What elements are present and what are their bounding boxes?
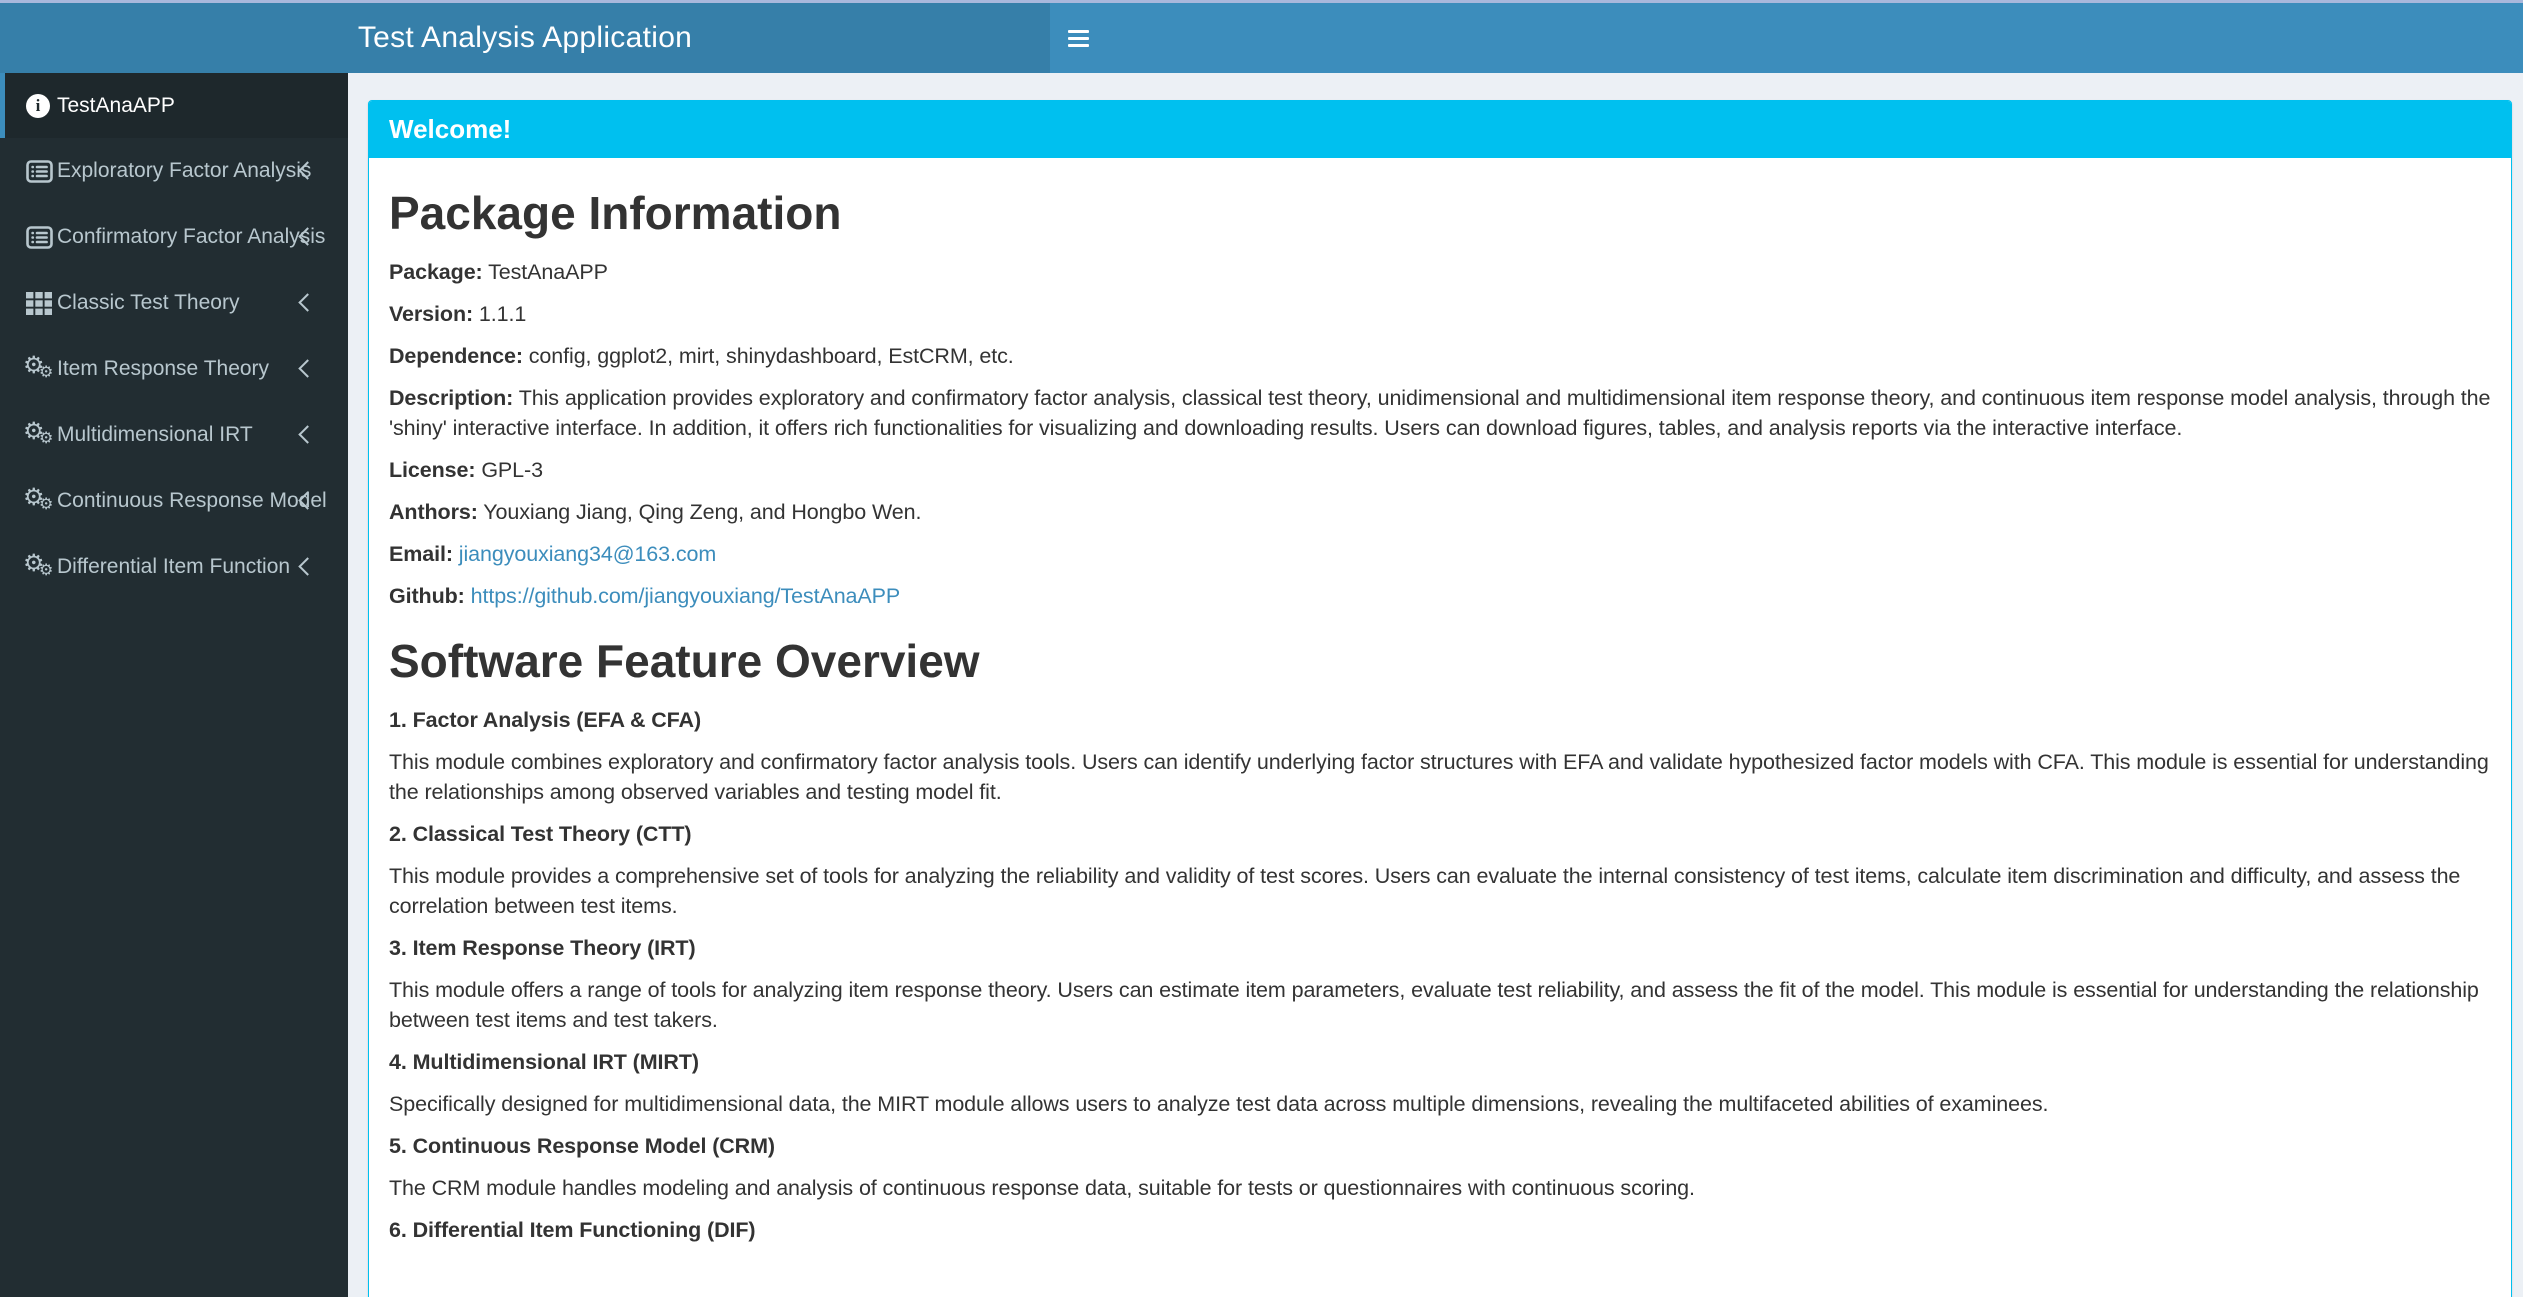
package-field: Package: TestAnaAPP [389,260,608,284]
feature-body-classical-test-theory: This module provides a comprehensive set… [389,864,2461,918]
feature-title-multidimensional-irt: 4. Multidimensional IRT (MIRT) [389,1050,699,1074]
gears-icon: ⚙ ⚙ [23,483,54,513]
sidebar: i TestAnaAPP Exploratory Factor Analysis [0,73,348,1297]
version-field: Version: 1.1.1 [389,302,527,326]
github-field: Github: https://github.com/jiangyouxiang… [389,584,901,608]
sidebar-item-label: Confirmatory Factor Analysis [57,225,326,248]
authors-field: Anthors: Youxiang Jiang, Qing Zeng, and … [389,500,922,524]
feature-title-differential-item-functioning: 6. Differential Item Functioning (DIF) [389,1218,756,1242]
top-edge-line [0,0,2523,3]
sidebar-item-classic-test-theory[interactable]: Classic Test Theory [0,270,348,336]
email-field: Email: jiangyouxiang34@163.com [389,542,717,566]
gears-icon: ⚙ ⚙ [23,351,54,381]
main-header: Test Analysis Application [0,3,2523,73]
email-link[interactable]: jiangyouxiang34@163.com [459,542,716,566]
sidebar-menu: i TestAnaAPP Exploratory Factor Analysis [0,73,348,600]
sidebar-item-continuous-response-model[interactable]: ⚙ ⚙ Continuous Response Model [0,468,348,534]
hamburger-icon [1068,29,1089,33]
package-information-heading: Package Information [389,187,842,239]
app-title: Test Analysis Application [357,21,693,54]
welcome-box-header: Welcome! [369,101,2511,158]
sidebar-item-item-response-theory[interactable]: ⚙ ⚙ Item Response Theory [0,336,348,402]
sidebar-item-label: TestAnaAPP [57,93,175,117]
app-logo: Test Analysis Application [0,3,1050,73]
welcome-title: Welcome! [389,114,512,144]
sidebar-item-label: Multidimensional IRT [57,423,253,446]
chevron-left-icon [298,359,317,378]
sidebar-item-label: Exploratory Factor Analysis [57,159,312,182]
feature-body-multidimensional-irt: Specifically designed for multidimension… [389,1092,2049,1116]
list-alt-icon [26,225,57,249]
chevron-left-icon [298,293,317,312]
dependence-field: Dependence: config, ggplot2, mirt, shiny… [389,344,1014,368]
welcome-box: Welcome! Package Information Package: Te… [368,100,2512,1297]
license-field: License: GPL-3 [389,458,543,482]
feature-title-classical-test-theory: 2. Classical Test Theory (CTT) [389,822,692,846]
sidebar-item-testanaapp[interactable]: i TestAnaAPP [0,73,348,138]
feature-title-continuous-response-model: 5. Continuous Response Model (CRM) [389,1134,775,1158]
github-link[interactable]: https://github.com/jiangyouxiang/TestAna… [471,584,901,608]
feature-body-factor-analysis: This module combines exploratory and con… [389,750,2489,804]
top-navbar [1050,3,2523,73]
chevron-left-icon [298,425,317,444]
sidebar-item-multidimensional-irt[interactable]: ⚙ ⚙ Multidimensional IRT [0,402,348,468]
welcome-box-body: Package Information Package: TestAnaAPP … [369,158,2511,1287]
sidebar-item-differential-item-function[interactable]: ⚙ ⚙ Differential Item Function [0,534,348,600]
gears-icon: ⚙ ⚙ [23,549,54,579]
sidebar-item-label: Differential Item Function [57,555,291,578]
feature-body-continuous-response-model: The CRM module handles modeling and anal… [389,1176,1695,1200]
chevron-left-icon [298,557,317,576]
feature-title-factor-analysis: 1. Factor Analysis (EFA & CFA) [389,708,702,732]
software-feature-overview-heading: Software Feature Overview [389,635,980,687]
sidebar-item-label: Continuous Response Model [57,489,327,512]
sidebar-item-label: Item Response Theory [57,357,270,380]
content-area: Welcome! Package Information Package: Te… [348,73,2523,1297]
table-icon [26,291,57,315]
sidebar-toggle-button[interactable] [1068,3,1124,73]
list-alt-icon [26,159,57,183]
sidebar-item-exploratory-factor-analysis[interactable]: Exploratory Factor Analysis [0,138,348,204]
description-field: Description: This application provides e… [389,386,2491,440]
feature-title-item-response-theory: 3. Item Response Theory (IRT) [389,936,696,960]
gears-icon: ⚙ ⚙ [23,417,54,447]
info-circle-icon: i [26,93,57,118]
sidebar-item-confirmatory-factor-analysis[interactable]: Confirmatory Factor Analysis [0,204,348,270]
sidebar-item-label: Classic Test Theory [57,291,240,314]
feature-body-item-response-theory: This module offers a range of tools for … [389,978,2479,1032]
